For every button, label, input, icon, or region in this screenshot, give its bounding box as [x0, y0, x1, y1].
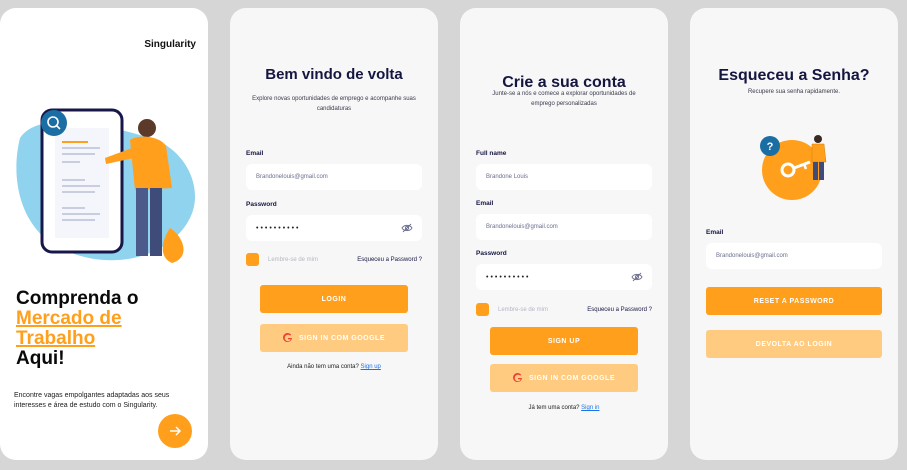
google-signin-button[interactable]: SIGN IN COM GOOGLE — [490, 364, 638, 392]
svg-text:?: ? — [767, 141, 774, 153]
google-icon — [513, 373, 522, 383]
title-highlight1: Mercado de — [16, 308, 122, 329]
remember-label: Lembre-se de mim — [268, 257, 319, 263]
name-field[interactable]: Brandone Louis — [476, 164, 652, 190]
email-value: Brandonelouis@gmail.com — [256, 174, 328, 180]
name-label: Full name — [476, 150, 507, 157]
title-line3: Aqui! — [16, 348, 65, 369]
password-label: Password — [246, 201, 277, 208]
forgot-password-link[interactable]: Esqueceu a Password ? — [587, 307, 652, 313]
key-illustration: ? — [760, 135, 827, 200]
eye-icon[interactable] — [631, 271, 643, 283]
email-label: Email — [706, 229, 724, 236]
reset-password-button[interactable]: RESET A PASSWORD — [706, 287, 882, 315]
login-title: Bem vindo de volta — [265, 66, 403, 83]
email-value: Brandonelouis@gmail.com — [486, 224, 558, 230]
google-button-label: SIGN IN COM GOOGLE — [528, 374, 615, 382]
title-line1: Comprenda o — [16, 288, 139, 309]
signup-description: Junte-se a nós e comece a explorar oport… — [492, 91, 636, 107]
password-field[interactable]: •••••••••• — [476, 264, 652, 290]
brand-name: Singularity — [144, 39, 196, 50]
forgot-description: Recupere sua senha rapidamente. — [747, 89, 841, 95]
email-value: Brandonelouis@gmail.com — [716, 253, 788, 259]
remember-checkbox[interactable] — [476, 303, 489, 316]
signup-screen: Crie a sua conta Junte-se a nós e comece… — [460, 8, 668, 460]
google-signin-button[interactable]: SIGN IN COM GOOGLE — [260, 324, 408, 352]
name-value: Brandone Louis — [486, 174, 529, 180]
login-description: Explore novas oportunidades de emprego e… — [252, 96, 416, 112]
signup-button[interactable]: SIGN UP — [490, 327, 638, 355]
footer-text: Já tem uma conta? — [528, 405, 580, 411]
signup-footer: Já tem uma conta? Sign in — [460, 405, 668, 411]
onboarding-title: Comprenda o Mercado de Trabalho Aqui! — [16, 289, 202, 369]
email-label: Email — [476, 200, 494, 207]
onboarding-subtitle: Encontre vagas empolgantes adaptadas aos… — [14, 392, 170, 409]
google-icon — [283, 333, 292, 343]
login-footer: Ainda não tem uma conta? Sign up — [230, 364, 438, 370]
signup-link[interactable]: Sign up — [361, 364, 381, 370]
forgot-title: Esqueceu a Senha? — [718, 67, 870, 84]
remember-label: Lembre-se de mim — [498, 307, 549, 313]
footer-text: Ainda não tem uma conta? — [287, 364, 359, 370]
forgot-password-screen: Esqueceu a Senha? Recupere sua senha rap… — [690, 8, 898, 460]
next-button[interactable] — [158, 414, 192, 448]
title-highlight2: Trabalho — [16, 328, 96, 349]
email-field[interactable]: Brandonelouis@gmail.com — [706, 243, 882, 269]
password-label: Password — [476, 250, 507, 257]
email-field[interactable]: Brandonelouis@gmail.com — [246, 164, 422, 190]
onboarding-screen: Singularity Comprenda o Mercado de Traba… — [0, 8, 208, 460]
password-value: •••••••••• — [486, 273, 531, 281]
arrow-right-icon — [170, 426, 182, 436]
email-label: Email — [246, 150, 264, 157]
password-field[interactable]: •••••••••• — [246, 215, 422, 241]
onboarding-illustration — [16, 108, 196, 263]
password-value: •••••••••• — [256, 224, 301, 232]
login-screen: Bem vindo de volta Explore novas oportun… — [230, 8, 438, 460]
google-button-label: SIGN IN COM GOOGLE — [298, 334, 385, 342]
eye-icon[interactable] — [401, 222, 413, 234]
remember-checkbox[interactable] — [246, 253, 259, 266]
signin-link[interactable]: Sign in — [581, 405, 599, 411]
email-field[interactable]: Brandonelouis@gmail.com — [476, 214, 652, 240]
forgot-password-link[interactable]: Esqueceu a Password ? — [357, 257, 422, 263]
login-button[interactable]: LOGIN — [260, 285, 408, 313]
back-to-login-button[interactable]: DEVOLTA AO LOGIN — [706, 330, 882, 358]
